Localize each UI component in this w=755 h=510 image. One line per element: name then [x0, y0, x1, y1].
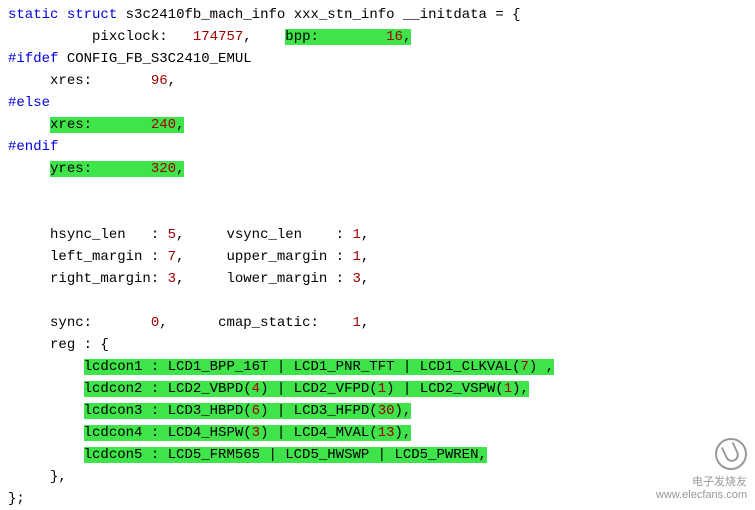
lcdcon5-highlight: lcdcon5 : LCD5_FRM565 | LCD5_HWSWP | LCD… [84, 447, 487, 463]
lcdcon4-mval: 13 [378, 425, 395, 441]
row-hsync-vsync: hsync_len : 5, vsync_len : 1, [8, 224, 747, 246]
row-rmargin-lomargin: right_margin: 3, lower_margin : 3, [8, 268, 747, 290]
cmap-value: 1 [353, 315, 361, 331]
ifdef-keyword: #ifdef [8, 51, 58, 67]
pixclock-value: 174757 [193, 29, 243, 45]
rmargin-label: right_margin: [50, 271, 159, 287]
lcdcon1-highlight: lcdcon1 : LCD1_BPP_16T | LCD1_PNR_TFT | … [84, 359, 555, 375]
lcdcon4-hspw: 3 [252, 425, 260, 441]
keyword-static: static [8, 7, 58, 23]
xres240-highlight: xres: 240, [50, 117, 184, 133]
umargin-label: upper_margin : [226, 249, 344, 265]
yres-label: yres: [50, 161, 92, 177]
row-yres: yres: 320, [8, 158, 747, 180]
xres96-value: 96 [151, 73, 168, 89]
yres-highlight: yres: 320, [50, 161, 184, 177]
endif-keyword: #endif [8, 139, 58, 155]
struct-decl: static struct s3c2410fb_mach_info xxx_st… [8, 4, 747, 26]
reg-lcdcon5: lcdcon5 : LCD5_FRM565 | LCD5_HWSWP | LCD… [8, 444, 747, 466]
var-name: xxx_stn_info [294, 7, 395, 23]
watermark: 电子发烧友 www.elecfans.com [656, 438, 747, 502]
pp-endif: #endif [8, 136, 747, 158]
lcdcon3-hfpd: 30 [378, 403, 395, 419]
keyword-struct: struct [67, 7, 117, 23]
lcdcon2-highlight: lcdcon2 : LCD2_VBPD(4) | LCD2_VFPD(1) | … [84, 381, 529, 397]
row-xres-96: xres: 96, [8, 70, 747, 92]
watermark-url: www.elecfans.com [656, 489, 747, 501]
type-name: s3c2410fb_mach_info [126, 7, 286, 23]
row-xres-240: xres: 240, [8, 114, 747, 136]
row-sync-cmap: sync: 0, cmap_static: 1, [8, 312, 747, 334]
xres240-value: 240 [151, 117, 176, 133]
pp-else: #else [8, 92, 747, 114]
ifdef-symbol: CONFIG_FB_S3C2410_EMUL [67, 51, 252, 67]
umargin-value: 1 [353, 249, 361, 265]
sync-label: sync: [50, 315, 92, 331]
reg-label: reg : { [50, 337, 109, 353]
watermark-title: 电子发烧友 [692, 476, 747, 488]
sync-value: 0 [151, 315, 159, 331]
lmargin-value: 7 [168, 249, 176, 265]
yres-value: 320 [151, 161, 176, 177]
watermark-icon [715, 438, 747, 470]
vsync-label: vsync_len : [226, 227, 344, 243]
reg-lcdcon2: lcdcon2 : LCD2_VBPD(4) | LCD2_VFPD(1) | … [8, 378, 747, 400]
vsync-value: 1 [353, 227, 361, 243]
rmargin-value: 3 [168, 271, 176, 287]
lcdcon2-vbpd: 4 [252, 381, 260, 397]
bpp-highlight: bpp: 16, [285, 29, 411, 45]
lcdcon3-hbpd: 6 [252, 403, 260, 419]
reg-lcdcon4: lcdcon4 : LCD4_HSPW(3) | LCD4_MVAL(13), [8, 422, 747, 444]
reg-open: reg : { [8, 334, 747, 356]
lomargin-label: lower_margin : [226, 271, 344, 287]
lcdcon2-vspw: 1 [504, 381, 512, 397]
attr-name: __initdata [403, 7, 487, 23]
lcdcon4-highlight: lcdcon4 : LCD4_HSPW(3) | LCD4_MVAL(13), [84, 425, 412, 441]
pixclock-label: pixclock: [92, 29, 168, 45]
hsync-label: hsync_len : [50, 227, 159, 243]
bpp-label: bpp: [285, 29, 319, 45]
lmargin-label: left_margin : [50, 249, 159, 265]
lcdcon3-highlight: lcdcon3 : LCD3_HBPD(6) | LCD3_HFPD(30), [84, 403, 412, 419]
bpp-value: 16 [386, 29, 403, 45]
hsync-value: 5 [168, 227, 176, 243]
reg-lcdcon1: lcdcon1 : LCD1_BPP_16T | LCD1_PNR_TFT | … [8, 356, 747, 378]
struct-close: }; [8, 488, 747, 510]
xres240-label: xres: [50, 117, 92, 133]
lomargin-value: 3 [353, 271, 361, 287]
xres96-label: xres: [50, 73, 92, 89]
row-pixclock-bpp: pixclock: 174757, bpp: 16, [8, 26, 747, 48]
code-block: static struct s3c2410fb_mach_info xxx_st… [8, 4, 747, 510]
reg-lcdcon3: lcdcon3 : LCD3_HBPD(6) | LCD3_HFPD(30), [8, 400, 747, 422]
cmap-label: cmap_static: [218, 315, 319, 331]
else-keyword: #else [8, 95, 50, 111]
row-lmargin-umargin: left_margin : 7, upper_margin : 1, [8, 246, 747, 268]
lcdcon1-clkval: 7 [521, 359, 529, 375]
pp-ifdef: #ifdef CONFIG_FB_S3C2410_EMUL [8, 48, 747, 70]
reg-close: }, [8, 466, 747, 488]
lcdcon2-vfpd: 1 [378, 381, 386, 397]
